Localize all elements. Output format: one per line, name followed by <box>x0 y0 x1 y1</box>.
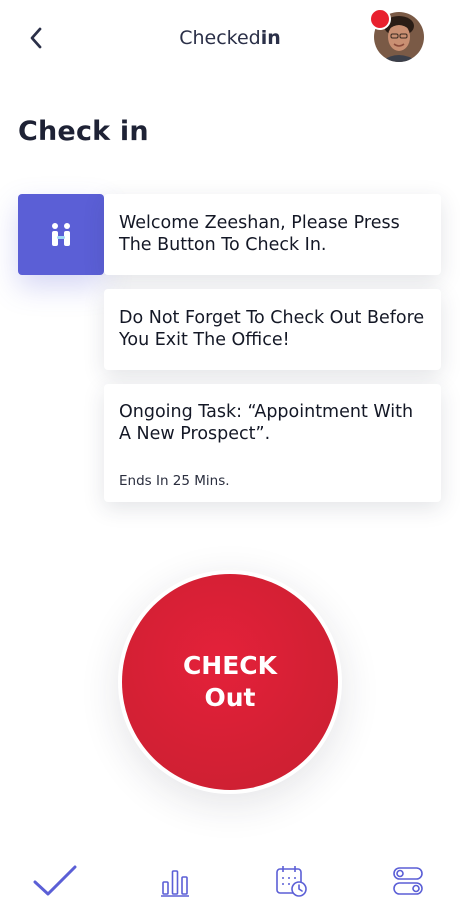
reminder-card: Do Not Forget To Check Out Before You Ex… <box>104 289 441 370</box>
calendar-clock-icon <box>276 866 307 897</box>
ongoing-task-card[interactable]: Ongoing Task: “Appointment With A New Pr… <box>104 384 441 502</box>
brand-bold: in <box>260 27 281 49</box>
nav-item-stats[interactable] <box>150 862 200 900</box>
nav-item-settings[interactable] <box>383 862 433 900</box>
people-handshake-icon <box>52 222 70 246</box>
check-out-line2: Out <box>204 683 256 712</box>
toggles-icon <box>393 867 423 895</box>
check-out-button[interactable]: CHECK Out <box>122 574 338 790</box>
welcome-card: Welcome Zeeshan, Please Press The Button… <box>104 194 441 275</box>
nav-item-check[interactable] <box>30 862 80 900</box>
page-title: Check in <box>18 116 149 147</box>
reminder-text: Do Not Forget To Check Out Before You Ex… <box>119 308 425 350</box>
welcome-text: Welcome Zeeshan, Please Press The Button… <box>119 213 400 255</box>
bar-chart-icon <box>161 870 189 897</box>
app-logo-tile <box>18 194 104 275</box>
notification-dot <box>369 8 391 30</box>
checkmark-icon <box>33 865 77 896</box>
check-out-line1: CHECK <box>182 651 278 680</box>
app-header: Checkedin <box>0 0 460 80</box>
brand-regular: Checked <box>179 27 261 49</box>
task-ends-text: Ends In 25 Mins. <box>119 473 230 489</box>
task-text: Ongoing Task: “Appointment With A New Pr… <box>119 402 414 444</box>
nav-item-schedule[interactable] <box>266 862 316 900</box>
